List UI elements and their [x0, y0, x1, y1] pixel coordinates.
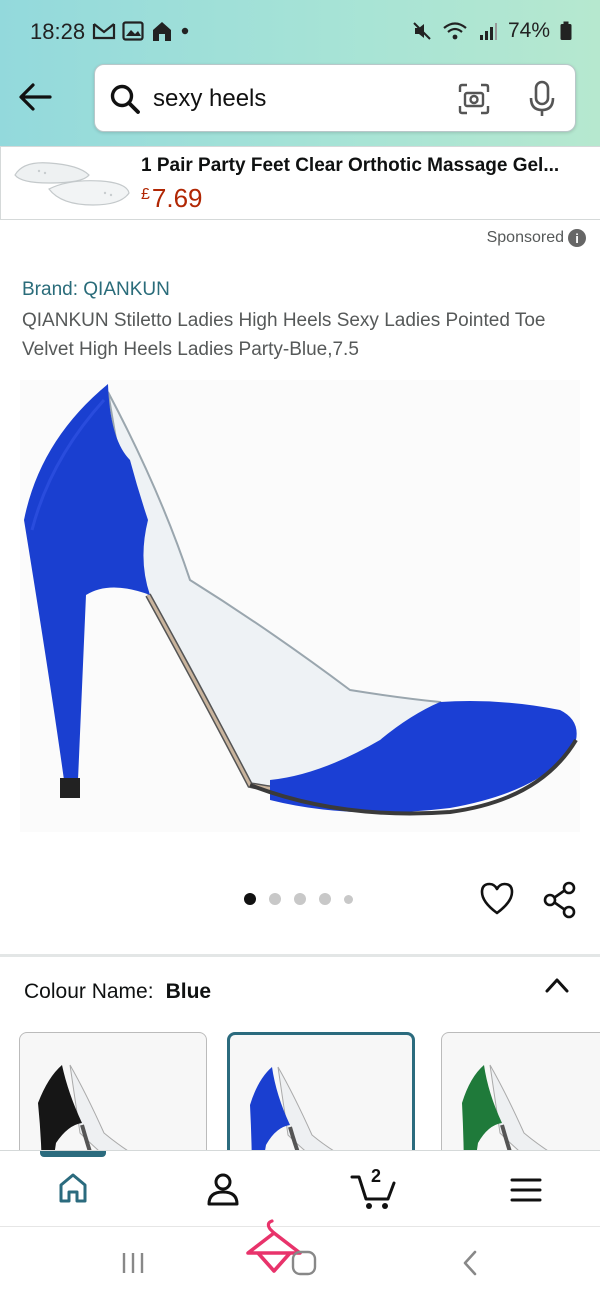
sponsored-label[interactable]: Sponsored i: [487, 229, 586, 247]
colour-value: Blue: [165, 980, 212, 1003]
carousel-dot[interactable]: [294, 893, 306, 905]
gallery-icon: [122, 21, 144, 41]
heart-icon[interactable]: [478, 880, 516, 918]
blue-stiletto-heel-image: [24, 384, 578, 816]
account-icon[interactable]: [205, 1171, 241, 1207]
carousel-dot[interactable]: [244, 893, 256, 905]
status-right: 74%: [412, 19, 572, 43]
cart-count-badge: 2: [371, 1166, 382, 1186]
home-button-icon[interactable]: [290, 1249, 318, 1277]
carousel-dot[interactable]: [269, 893, 281, 905]
colour-selector-header: Colour Name: Blue: [24, 980, 211, 1004]
microphone-icon[interactable]: [527, 80, 557, 118]
status-bar: 18:28 74%: [0, 0, 600, 62]
camera-search-icon[interactable]: [457, 82, 491, 116]
status-time: 18:28: [30, 19, 86, 44]
app-header: 18:28 74% sexy heels: [0, 0, 600, 146]
search-input[interactable]: sexy heels: [153, 85, 266, 113]
back-arrow-icon[interactable]: [16, 80, 54, 114]
chevron-up-icon[interactable]: [544, 974, 570, 996]
search-bar[interactable]: sexy heels: [94, 64, 576, 132]
price-value: 7.69: [151, 183, 203, 213]
mute-icon: [413, 22, 431, 40]
currency-symbol: £: [141, 186, 150, 203]
info-icon[interactable]: i: [568, 229, 586, 247]
sponsored-product-title[interactable]: 1 Pair Party Feet Clear Orthotic Massage…: [141, 155, 591, 177]
active-tab-indicator: [40, 1151, 106, 1157]
gel-insole-image: [14, 162, 130, 206]
home-icon[interactable]: [56, 1171, 90, 1205]
sponsored-text: Sponsored: [486, 229, 564, 246]
sponsored-product-price: £7.69: [141, 183, 203, 214]
product-title: QIANKUN Stiletto Ladies High Heels Sexy …: [22, 310, 546, 360]
android-system-nav: [0, 1219, 600, 1300]
battery-percent: 74%: [507, 19, 550, 42]
signal-icon: [479, 23, 497, 40]
search-icon: [110, 84, 140, 114]
wifi-icon: [443, 22, 467, 40]
colour-label: Colour Name:: [24, 980, 154, 1003]
battery-icon: [560, 21, 572, 40]
dot-icon: [181, 27, 189, 35]
carousel-dot[interactable]: [319, 893, 331, 905]
bottom-navigation: [0, 1150, 600, 1226]
product-image[interactable]: [20, 380, 580, 832]
home-app-icon: [153, 22, 171, 41]
image-carousel-dots[interactable]: [244, 893, 353, 905]
status-notification-icons: [92, 20, 190, 42]
recent-apps-icon[interactable]: [120, 1249, 146, 1277]
carousel-dot[interactable]: [344, 894, 353, 904]
brand-link[interactable]: Brand: QIANKUN: [22, 279, 170, 301]
menu-icon[interactable]: [510, 1177, 542, 1203]
sponsored-product-card[interactable]: 1 Pair Party Feet Clear Orthotic Massage…: [0, 146, 600, 220]
gmail-icon: [92, 23, 116, 40]
section-divider: [0, 954, 600, 957]
system-back-icon[interactable]: [460, 1249, 480, 1277]
share-icon[interactable]: [542, 881, 578, 919]
